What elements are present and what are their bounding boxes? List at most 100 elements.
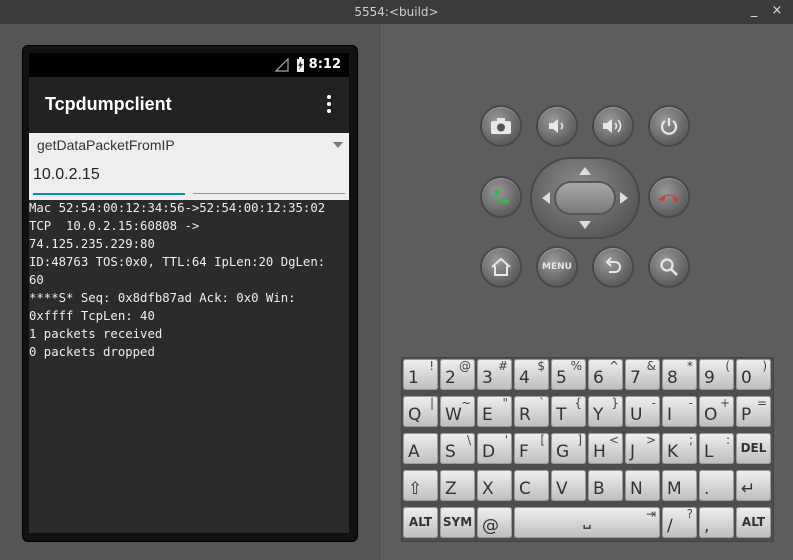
menu-button[interactable]: MENU: [538, 248, 576, 286]
key-main-label: 7: [630, 368, 641, 388]
key-main-label: R: [519, 405, 531, 425]
power-icon: [660, 118, 678, 135]
dpad-up-icon[interactable]: [579, 167, 591, 175]
volume-down-icon: [549, 119, 564, 133]
dpad-center-button[interactable]: [556, 183, 614, 213]
key-row3-5[interactable]: H <: [588, 433, 623, 464]
key-main-label: 1: [408, 368, 419, 388]
key-main-label: ↵: [741, 479, 756, 499]
dpad-down-icon[interactable]: [579, 221, 591, 229]
method-spinner-value: getDataPacketFromIP: [37, 137, 175, 153]
key-row1-4[interactable]: 5%: [551, 359, 586, 390]
key-row4-6[interactable]: N: [625, 470, 660, 501]
key-row4-5[interactable]: B: [588, 470, 623, 501]
key-row3-0[interactable]: A: [403, 433, 438, 464]
back-button[interactable]: [594, 248, 632, 286]
key-row1-0[interactable]: 1!: [403, 359, 438, 390]
key-row1-1[interactable]: 2 @: [440, 359, 475, 390]
key-main-label: 8: [667, 368, 678, 388]
key-main-label: K: [667, 442, 679, 462]
key-row3-7[interactable]: K;: [662, 433, 697, 464]
camera-button[interactable]: [482, 107, 520, 145]
search-icon: [660, 258, 678, 276]
key-shift-label: !: [429, 359, 434, 373]
dpad[interactable]: [532, 159, 638, 237]
call-button[interactable]: [482, 178, 520, 216]
key-main-label: A: [408, 442, 420, 462]
key-row4-1[interactable]: Z: [440, 470, 475, 501]
key-shift-label: ~: [460, 396, 471, 410]
close-button[interactable]: ×: [769, 3, 785, 19]
key-shift-label: [: [540, 433, 545, 447]
alt-left-key[interactable]: ALT: [403, 507, 438, 538]
key-row1-6[interactable]: 7 &: [625, 359, 660, 390]
tab-icon: ⇥: [645, 507, 656, 521]
key-row4-8[interactable]: .: [699, 470, 734, 501]
key-row1-5[interactable]: 6 ^: [588, 359, 623, 390]
key-row1-9[interactable]: 0): [736, 359, 771, 390]
slash-key[interactable]: /?: [662, 507, 697, 538]
sym-key-label: SYM: [442, 515, 473, 529]
method-spinner[interactable]: getDataPacketFromIP: [29, 133, 349, 159]
key-row2-6[interactable]: U-: [625, 396, 660, 427]
key-row2-8[interactable]: O +: [699, 396, 734, 427]
comma-key[interactable]: ,: [699, 507, 734, 538]
key-row4-2[interactable]: X: [477, 470, 512, 501]
key-row2-0[interactable]: Q |: [403, 396, 438, 427]
key-row2-1[interactable]: W ~: [440, 396, 475, 427]
key-row3-9[interactable]: DEL: [736, 433, 771, 464]
key-row2-2[interactable]: E ": [477, 396, 512, 427]
overflow-menu-icon[interactable]: [321, 95, 337, 115]
key-row3-6[interactable]: J >: [625, 433, 660, 464]
alt-right-key[interactable]: ALT: [736, 507, 771, 538]
key-row2-5[interactable]: Y}: [588, 396, 623, 427]
key-row4-0[interactable]: ⇧: [403, 470, 438, 501]
key-row3-1[interactable]: S \: [440, 433, 475, 464]
key-row1-7[interactable]: 8 *: [662, 359, 697, 390]
power-button[interactable]: [650, 107, 688, 145]
key-main-label: 0: [741, 368, 752, 388]
key-shift-label: ": [502, 396, 508, 410]
volume-down-button[interactable]: [538, 107, 576, 145]
key-row3-8[interactable]: L:: [699, 433, 734, 464]
key-row1-8[interactable]: 9(: [699, 359, 734, 390]
key-row3-3[interactable]: F[: [514, 433, 549, 464]
key-row4-7[interactable]: M: [662, 470, 697, 501]
minimize-button[interactable]: _: [746, 3, 762, 19]
key-main-label: F: [519, 442, 529, 462]
key-shift-label: |: [429, 396, 434, 410]
ip-input[interactable]: 10.0.2.15: [33, 163, 185, 195]
end-call-button[interactable]: [650, 178, 688, 216]
key-row4-9[interactable]: ↵: [736, 470, 771, 501]
search-button[interactable]: [650, 248, 688, 286]
output-line: 1 packets received: [29, 327, 163, 341]
key-row2-7[interactable]: I-: [662, 396, 697, 427]
dpad-right-icon[interactable]: [620, 192, 628, 204]
key-row3-4[interactable]: G]: [551, 433, 586, 464]
at-key[interactable]: @: [477, 507, 512, 538]
key-shift-label: $: [537, 359, 545, 373]
key-row2-4[interactable]: T{: [551, 396, 586, 427]
key-main-label: V: [556, 479, 568, 499]
action-bar: Tcpdumpclient: [29, 77, 349, 133]
key-row4-4[interactable]: V: [551, 470, 586, 501]
key-row2-9[interactable]: P =: [736, 396, 771, 427]
key-main-label: H: [593, 442, 606, 462]
key-main-label: D: [482, 442, 496, 462]
secondary-input[interactable]: [193, 163, 345, 194]
output-line: 0 packets dropped: [29, 345, 155, 359]
key-row1-2[interactable]: 3 #: [477, 359, 512, 390]
volume-up-button[interactable]: [594, 107, 632, 145]
status-bar: 8:12: [29, 53, 349, 77]
key-main-label: Q: [408, 405, 422, 425]
sym-key[interactable]: SYM: [440, 507, 475, 538]
home-button[interactable]: [482, 248, 520, 286]
device-screen[interactable]: 8:12 Tcpdumpclient getDataPacketFromIP 1…: [29, 53, 349, 533]
key-row3-2[interactable]: D ': [477, 433, 512, 464]
dpad-left-icon[interactable]: [542, 192, 550, 204]
key-row4-3[interactable]: C: [514, 470, 549, 501]
key-row2-3[interactable]: R `: [514, 396, 549, 427]
key-row1-3[interactable]: 4 $: [514, 359, 549, 390]
space-key[interactable]: ␣ ⇥: [514, 507, 660, 538]
key-shift-label: +: [719, 396, 730, 410]
